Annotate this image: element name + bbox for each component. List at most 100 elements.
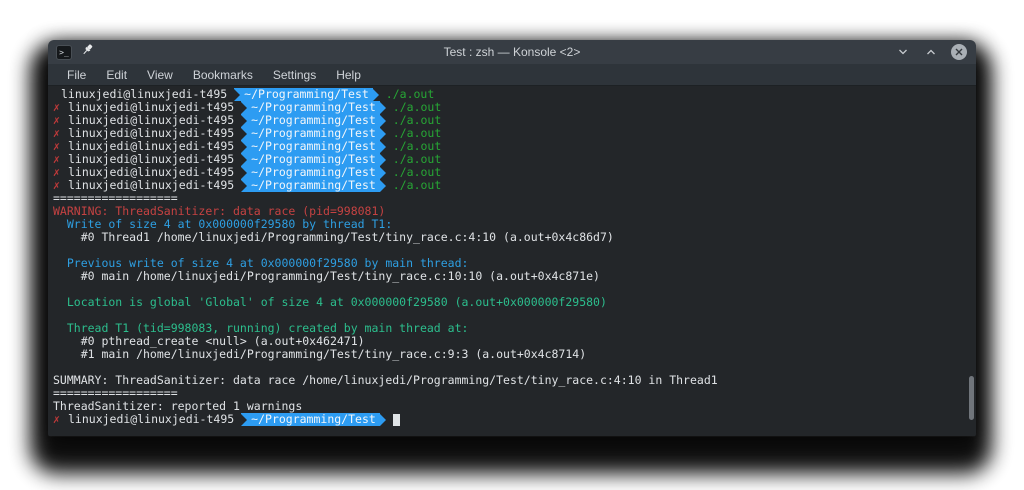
prompt-command: ./a.out	[385, 88, 435, 101]
prompt-user-host: linuxjedi@linuxjedi-t495	[61, 88, 228, 101]
powerline-arrow-icon	[379, 140, 386, 153]
tsan-warning: WARNING: ThreadSanitizer: data race (pid…	[53, 205, 386, 218]
prompt-path: ~/Programming/Test	[251, 101, 376, 114]
powerline-notch-icon	[241, 179, 248, 192]
prompt-path: ~/Programming/Test	[251, 166, 376, 179]
prompt-path: ~/Programming/Test	[251, 140, 376, 153]
menu-bookmarks[interactable]: Bookmarks	[184, 66, 262, 84]
fail-mark: ✗	[53, 153, 60, 166]
prompt-user-host: linuxjedi@linuxjedi-t495	[68, 179, 235, 192]
powerline-arrow-icon	[372, 88, 379, 101]
prompt-path: ~/Programming/Test	[251, 413, 376, 426]
powerline-path-segment: ~/Programming/Test	[234, 88, 373, 101]
pin-icon[interactable]	[81, 43, 94, 61]
prompt-path: ~/Programming/Test	[251, 114, 376, 127]
menu-view[interactable]: View	[138, 66, 182, 84]
fail-mark: ✗	[53, 140, 60, 153]
prompt-history: ✗ linuxjedi@linuxjedi-t495 ~/Programming…	[53, 88, 962, 192]
tsan-prev-header: Previous write of size 4 at 0x000000f295…	[53, 257, 469, 270]
prompt-user-host: linuxjedi@linuxjedi-t495	[68, 153, 235, 166]
prompt-history-line: ✗ linuxjedi@linuxjedi-t495 ~/Programming…	[53, 127, 962, 140]
titlebar[interactable]: Test : zsh — Konsole <2>	[48, 40, 976, 64]
prompt-history-line: ✗ linuxjedi@linuxjedi-t495 ~/Programming…	[53, 153, 962, 166]
current-prompt-line: ✗ linuxjedi@linuxjedi-t495 ~/Programming…	[53, 413, 962, 426]
powerline-path-segment: ~/Programming/Test	[241, 140, 380, 153]
fail-mark: ✗	[53, 127, 60, 140]
menubar: File Edit View Bookmarks Settings Help	[48, 64, 976, 86]
prompt-command: ./a.out	[392, 140, 442, 153]
powerline-arrow-icon	[379, 114, 386, 127]
prompt-command: ./a.out	[392, 166, 442, 179]
tsan-thread-frame1: #1 main /home/linuxjedi/Programming/Test…	[53, 348, 587, 361]
window-title: Test : zsh — Konsole <2>	[443, 45, 581, 59]
powerline-arrow-icon	[379, 153, 386, 166]
menu-help[interactable]: Help	[327, 66, 370, 84]
powerline-notch-icon	[241, 127, 248, 140]
tsan-write-frame: #0 Thread1 /home/linuxjedi/Programming/T…	[53, 231, 614, 244]
prompt-history-line: ✗ linuxjedi@linuxjedi-t495 ~/Programming…	[53, 101, 962, 114]
prompt-path: ~/Programming/Test	[244, 88, 369, 101]
powerline-notch-icon	[241, 166, 248, 179]
powerline-notch-icon	[241, 140, 248, 153]
powerline-path-segment: ~/Programming/Test	[241, 101, 380, 114]
menu-edit[interactable]: Edit	[97, 66, 136, 84]
powerline-arrow-icon	[379, 413, 386, 426]
powerline-path-segment: ~/Programming/Test	[241, 413, 380, 426]
powerline-path-segment: ~/Programming/Test	[241, 153, 380, 166]
powerline-notch-icon	[241, 413, 248, 426]
menu-file[interactable]: File	[58, 66, 95, 84]
powerline-arrow-icon	[379, 179, 386, 192]
powerline-notch-icon	[234, 88, 241, 101]
menu-settings[interactable]: Settings	[264, 66, 325, 84]
close-button[interactable]	[950, 43, 968, 61]
prompt-user-host: linuxjedi@linuxjedi-t495	[68, 114, 235, 127]
tsan-reported: ThreadSanitizer: reported 1 warnings	[53, 400, 303, 413]
tsan-prev-frame: #0 main /home/linuxjedi/Programming/Test…	[53, 270, 600, 283]
tsan-separator: ==================	[53, 387, 178, 400]
prompt-path: ~/Programming/Test	[251, 127, 376, 140]
prompt-user-host: linuxjedi@linuxjedi-t495	[68, 140, 235, 153]
powerline-path-segment: ~/Programming/Test	[241, 114, 380, 127]
powerline-notch-icon	[241, 114, 248, 127]
konsole-app-icon[interactable]	[56, 44, 72, 60]
tsan-location: Location is global 'Global' of size 4 at…	[53, 296, 607, 309]
prompt-user-host: linuxjedi@linuxjedi-t495	[68, 101, 235, 114]
prompt-user-host: linuxjedi@linuxjedi-t495	[68, 413, 235, 426]
fail-mark: ✗	[53, 413, 60, 426]
powerline-path-segment: ~/Programming/Test	[241, 166, 380, 179]
prompt-command: ./a.out	[392, 179, 442, 192]
fail-mark: ✗	[53, 179, 60, 192]
fail-mark: ✗	[53, 114, 60, 127]
powerline-arrow-icon	[379, 101, 386, 114]
prompt-history-line: ✗ linuxjedi@linuxjedi-t495 ~/Programming…	[53, 88, 962, 101]
close-icon	[951, 44, 967, 60]
powerline-notch-icon	[241, 101, 248, 114]
powerline-arrow-icon	[379, 166, 386, 179]
scrollbar-thumb[interactable]	[969, 376, 974, 420]
prompt-path: ~/Programming/Test	[251, 179, 376, 192]
tsan-thread-header: Thread T1 (tid=998083, running) created …	[53, 322, 469, 335]
maximize-button[interactable]	[922, 43, 940, 61]
powerline-arrow-icon	[379, 127, 386, 140]
fail-mark: ✗	[53, 166, 60, 179]
fail-mark: ✗	[53, 101, 60, 114]
desktop: Test : zsh — Konsole <2> File Edit View	[0, 0, 1024, 490]
powerline-path-segment: ~/Programming/Test	[241, 179, 380, 192]
minimize-button[interactable]	[894, 43, 912, 61]
prompt-user-host: linuxjedi@linuxjedi-t495	[68, 166, 235, 179]
prompt-command: ./a.out	[392, 127, 442, 140]
tsan-separator: ==================	[53, 192, 178, 205]
konsole-window: Test : zsh — Konsole <2> File Edit View	[48, 40, 976, 437]
powerline-path-segment: ~/Programming/Test	[241, 127, 380, 140]
prompt-history-line: ✗ linuxjedi@linuxjedi-t495 ~/Programming…	[53, 166, 962, 179]
prompt-history-line: ✗ linuxjedi@linuxjedi-t495 ~/Programming…	[53, 114, 962, 127]
scrollbar	[966, 86, 976, 436]
tsan-summary: SUMMARY: ThreadSanitizer: data race /hom…	[53, 374, 718, 387]
prompt-command: ./a.out	[392, 114, 442, 127]
prompt-user-host: linuxjedi@linuxjedi-t495	[68, 127, 235, 140]
terminal-view[interactable]: ✗ linuxjedi@linuxjedi-t495 ~/Programming…	[48, 86, 976, 436]
tsan-thread-frame0: #0 pthread_create <null> (a.out+0x462471…	[53, 335, 365, 348]
